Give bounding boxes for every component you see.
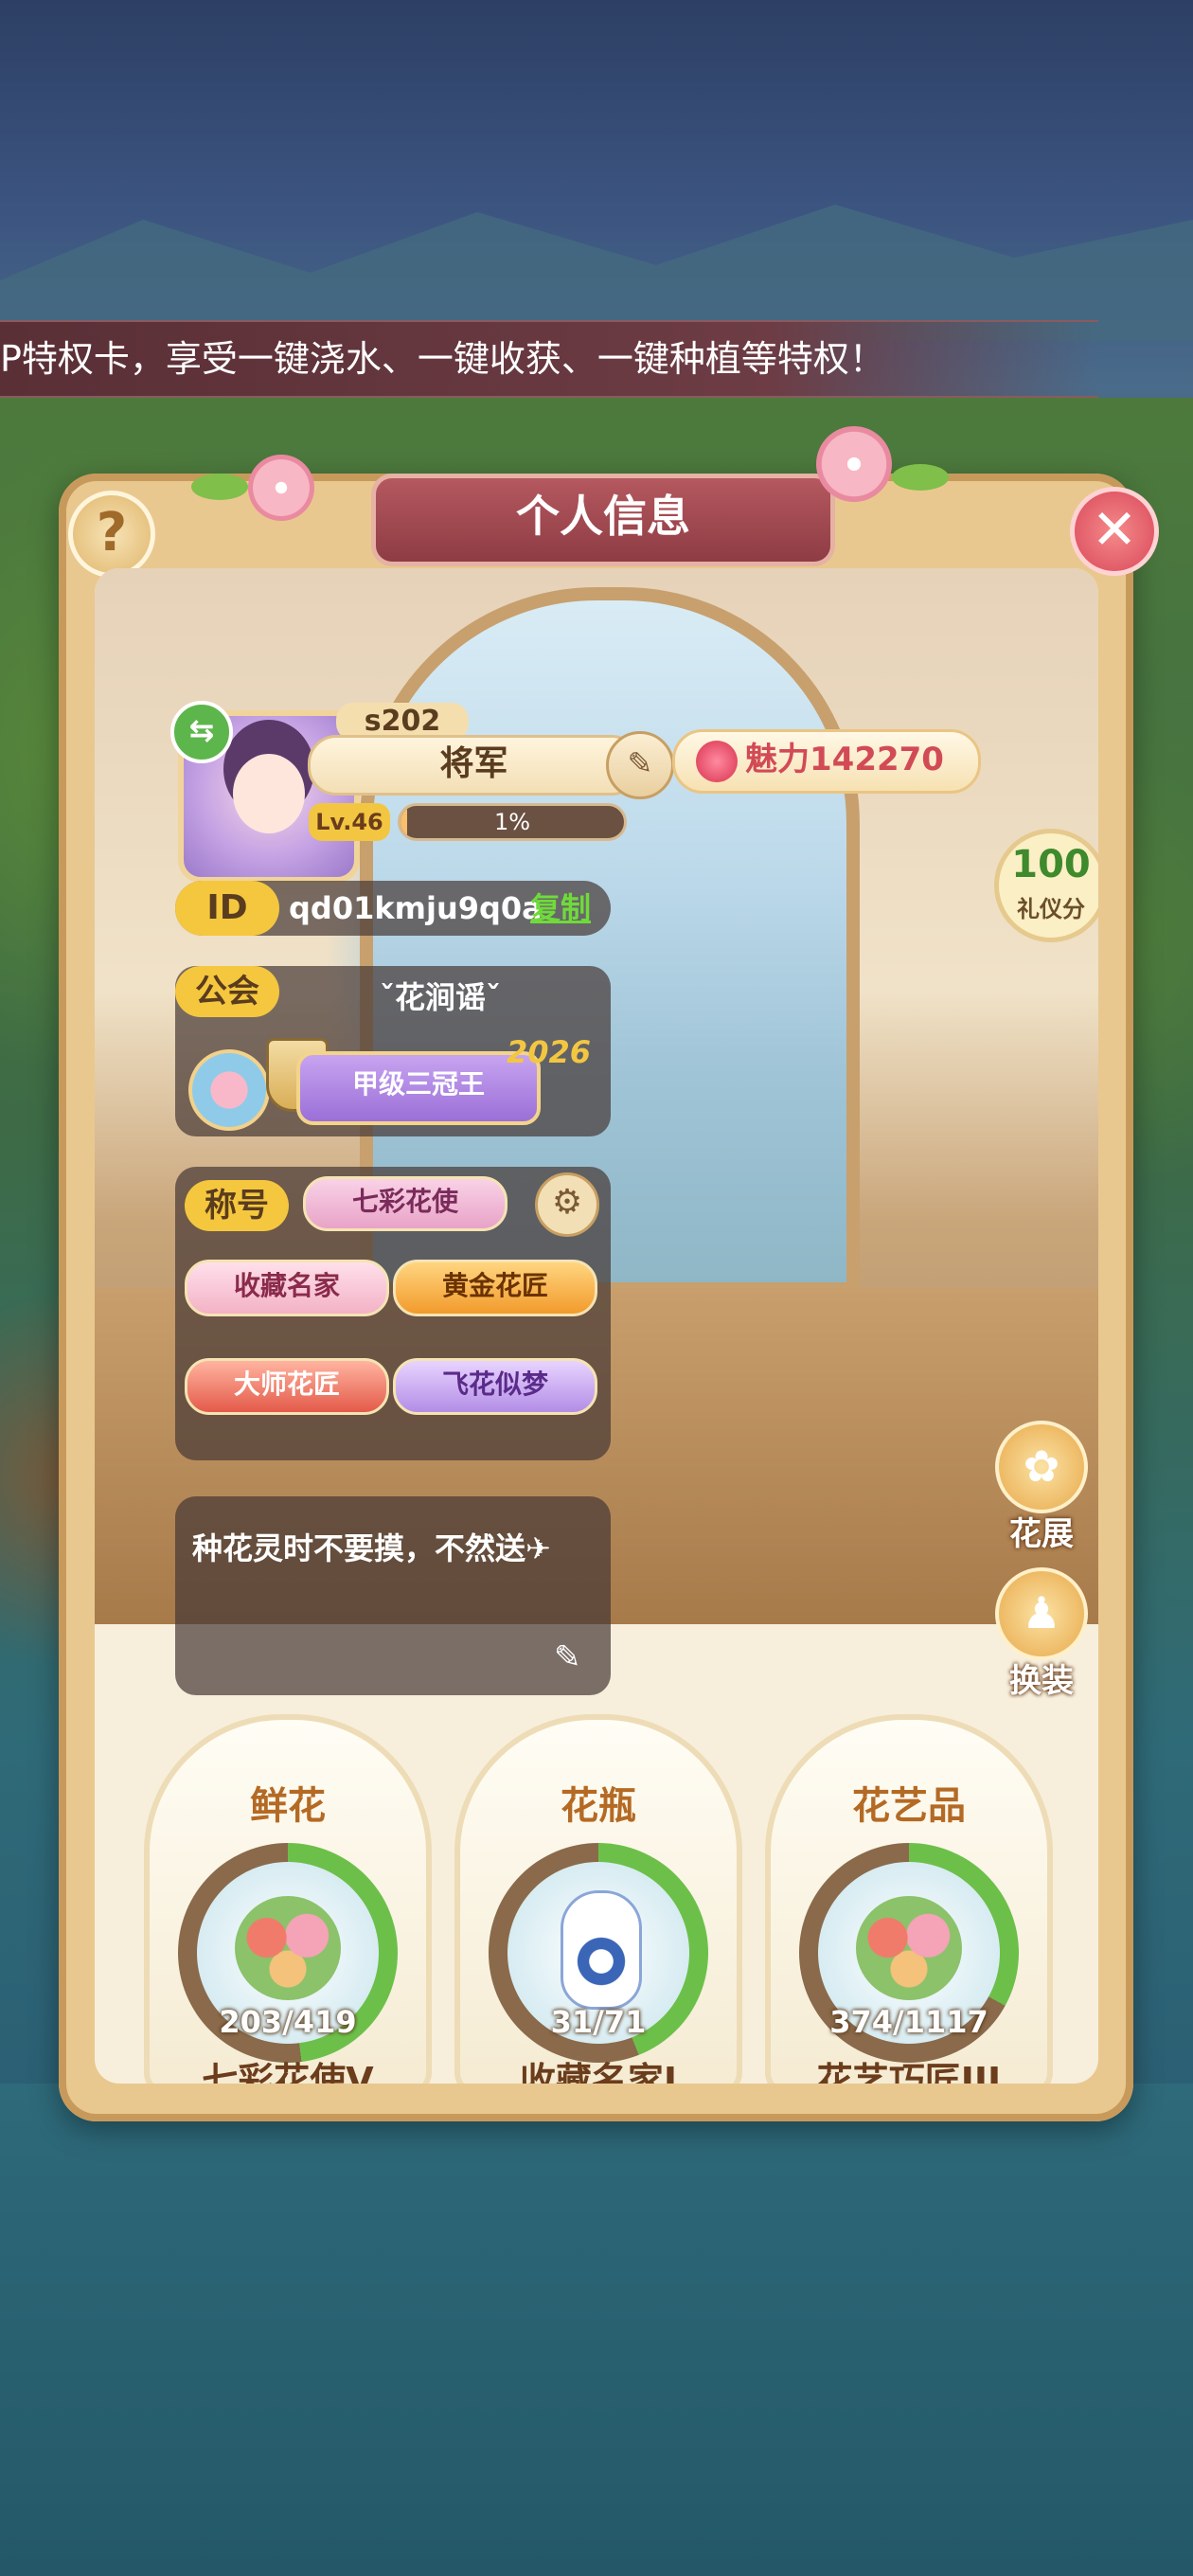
- signature-box[interactable]: 种花灵时不要摸，不然送✈ ✎: [175, 1496, 611, 1695]
- collection-count: 31/71: [550, 2004, 647, 2040]
- etiquette-score[interactable]: 100 礼仪分: [994, 829, 1098, 942]
- collection-title: 花艺品: [852, 1784, 966, 1828]
- leaf-decoration: [191, 474, 248, 500]
- exp-percent: 1%: [493, 809, 531, 835]
- background-mountains: [0, 205, 1193, 341]
- scrolling-announcement: P特权卡，享受一键浇水、一键收获、一键种植等特权！: [0, 320, 1098, 398]
- medal-collector[interactable]: 收藏名家: [185, 1260, 389, 1316]
- dress-up-label: 换装: [1009, 1662, 1074, 1700]
- id-row: ID qd01kmju9q0a 复制: [175, 881, 611, 936]
- guild-emblem-icon: [188, 1049, 270, 1131]
- etiquette-label: 礼仪分: [1017, 896, 1085, 922]
- swap-avatar-icon[interactable]: ⇆: [170, 701, 233, 763]
- background-water: [0, 2084, 1193, 2576]
- panel-title: 个人信息: [371, 474, 835, 566]
- guild-name: ˇ花涧谣ˇ: [379, 979, 501, 1015]
- dress-up-button[interactable]: ♟ 换装: [994, 1567, 1089, 1701]
- title-section: 称号 七彩花使 ⚙ 收藏名家 黄金花匠 大师花匠 飞花似梦: [175, 1167, 611, 1460]
- collection-card-vases[interactable]: 花瓶 31/71 收藏名家I: [454, 1714, 742, 2084]
- close-button[interactable]: ✕: [1070, 487, 1159, 576]
- edit-name-icon[interactable]: ✎: [606, 731, 674, 799]
- charm-value: 魅力142270: [745, 741, 944, 778]
- gear-icon[interactable]: ⚙: [535, 1172, 599, 1237]
- collection-rank: 花艺巧匠III: [816, 2060, 1002, 2084]
- flower-decoration: [248, 455, 314, 521]
- current-title[interactable]: 七彩花使: [303, 1176, 507, 1231]
- dress-icon: ♟: [995, 1567, 1088, 1660]
- id-value: qd01kmju9q0a: [289, 890, 543, 926]
- flower-decoration: [816, 426, 892, 502]
- medal-flying-flowers[interactable]: 飞花似梦: [393, 1358, 597, 1415]
- collection-title: 鲜花: [250, 1784, 326, 1828]
- vase-icon: [561, 1890, 642, 2010]
- profile-panel: ? 个人信息 ✕ ⇆ s202 将军 ✎ Lv.46 1% 魅力142270 1…: [59, 426, 1159, 2121]
- level-badge: Lv.46: [309, 803, 390, 841]
- flower-icon: ✿: [995, 1421, 1088, 1513]
- id-label: ID: [175, 881, 279, 936]
- signature-text: 种花灵时不要摸，不然送✈: [192, 1530, 551, 1566]
- collection-card-flowers[interactable]: 鲜花 203/419 七彩花使V: [144, 1714, 432, 2084]
- help-button[interactable]: ?: [68, 491, 155, 578]
- guild-section[interactable]: 公会 ˇ花涧谣ˇ 甲级三冠王 2026: [175, 966, 611, 1136]
- flower-exhibit-label: 花展: [1009, 1515, 1074, 1553]
- bouquet-icon: [235, 1896, 341, 2000]
- leaf-decoration: [892, 464, 949, 491]
- guild-rank-badge: 甲级三冠王: [296, 1051, 541, 1125]
- collection-count: 203/419: [219, 2004, 357, 2040]
- collection-rank: 七彩花使V: [202, 2060, 374, 2084]
- edit-signature-icon[interactable]: ✎: [554, 1638, 581, 1676]
- medal-master-gardener[interactable]: 大师花匠: [185, 1358, 389, 1415]
- guild-label: 公会: [175, 966, 279, 1017]
- player-name: 将军: [308, 735, 640, 796]
- collection-card-arrangements[interactable]: 花艺品 374/1117 花艺巧匠III: [765, 1714, 1053, 2084]
- guild-rank-year: 2026: [507, 1034, 592, 1070]
- copy-id-button[interactable]: 复制: [530, 881, 591, 936]
- rose-icon: [696, 740, 738, 782]
- panel-content: ⇆ s202 将军 ✎ Lv.46 1% 魅力142270 100 礼仪分 ID…: [95, 568, 1098, 2084]
- avatar-face: [233, 754, 305, 833]
- collection-rank: 收藏名家I: [519, 2060, 678, 2084]
- collection-count: 374/1117: [829, 2004, 988, 2040]
- medal-gold-gardener[interactable]: 黄金花匠: [393, 1260, 597, 1316]
- arrangement-icon: [856, 1896, 962, 2000]
- collection-title: 花瓶: [561, 1784, 636, 1828]
- flower-exhibit-button[interactable]: ✿ 花展: [994, 1421, 1089, 1554]
- title-label: 称号: [185, 1180, 289, 1231]
- charm-display: 魅力142270: [672, 729, 981, 794]
- exp-bar: 1%: [398, 803, 627, 841]
- etiquette-value: 100: [1011, 843, 1091, 886]
